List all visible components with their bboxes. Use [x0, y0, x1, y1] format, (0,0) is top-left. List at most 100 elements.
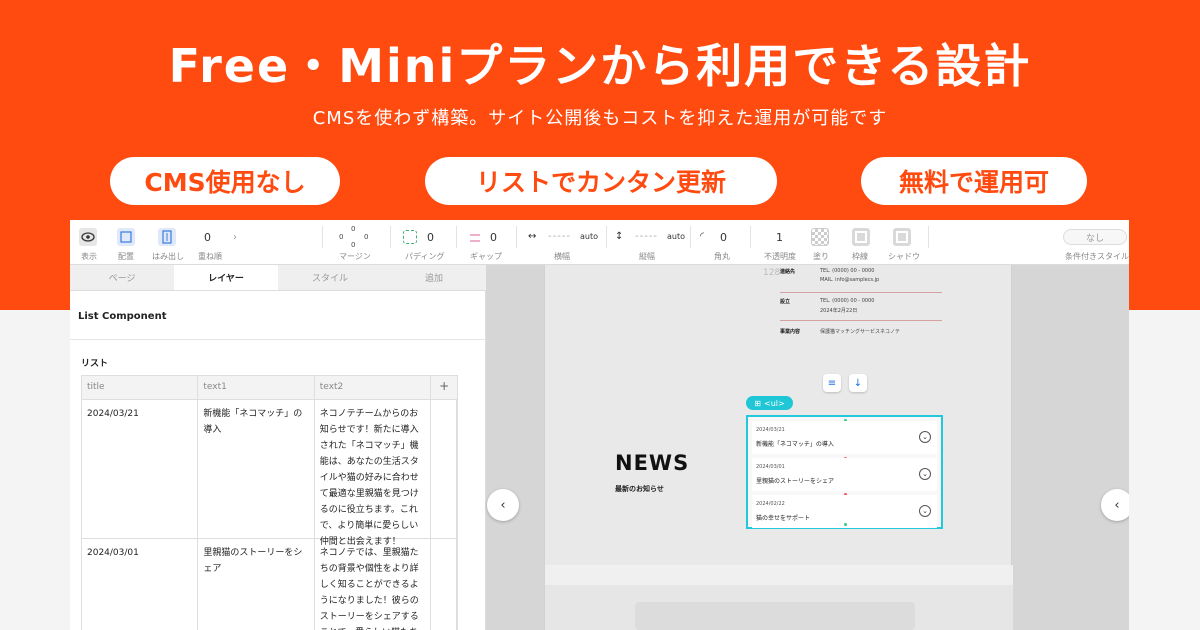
overflow-control[interactable]: はみ出し	[152, 220, 188, 265]
table-row: 2024/03/01 里親猫のストーリーをシェア ネコノテでは、里親猫たちの背景…	[82, 539, 457, 630]
item-date: 2024/02/22	[756, 501, 785, 507]
placement-icon	[117, 228, 135, 246]
business-key: 事業内容	[780, 329, 801, 335]
gap-control[interactable]: 0 ギャップ	[468, 220, 508, 265]
toolbar-divider	[390, 226, 391, 248]
list-item[interactable]: 2024/03/01 里親猫のストーリーをシェア ⌄	[752, 458, 937, 491]
item-text: 猫の幸せをサポート	[756, 515, 811, 522]
width-control[interactable]: ↔ ----- auto 横幅	[528, 220, 598, 265]
conditional-style-select[interactable]: なし	[1063, 229, 1127, 245]
chevron-down-icon: ⌄	[919, 431, 931, 443]
list-section-label: リスト	[81, 359, 109, 369]
cell-text1[interactable]: 新機能「ネコマッチ」の導入	[198, 400, 315, 538]
feature-pill-free: 無料で運用可	[861, 157, 1087, 205]
margin-left: 0	[339, 233, 344, 241]
item-date: 2024/03/21	[756, 427, 785, 433]
tab-style[interactable]: スタイル	[278, 265, 382, 290]
cell-text2[interactable]: ネコノテでは、里親猫たちの背景や個性をより詳しく知ることができるようになりました…	[315, 539, 432, 630]
next-page-button[interactable]: ‹	[1101, 489, 1129, 521]
corner-radius-icon: ◜	[700, 231, 704, 242]
feature-pill-easy-update: リストでカンタン更新	[425, 157, 777, 205]
founded-key: 設立	[780, 299, 791, 305]
border-icon	[852, 228, 870, 246]
founded-date: 2024年2月22日	[820, 308, 858, 314]
cell-empty	[431, 400, 457, 538]
business-value: 保護猫マッチングサービスネコノテ	[820, 329, 900, 335]
footer-block	[635, 602, 915, 630]
item-text: 里親猫のストーリーをシェア	[756, 478, 835, 485]
list-data-grid: title text1 text2 + 2024/03/21 新機能「ネコマッチ…	[81, 375, 458, 630]
news-list-selected[interactable]: 2024/03/21 新機能「ネコマッチ」の導入 ⌄ 2024/03/01 里親…	[746, 415, 943, 529]
tab-layer[interactable]: レイヤー	[174, 265, 278, 290]
section-band	[545, 565, 1013, 585]
grid-icon: ⊞	[754, 398, 761, 408]
news-heading[interactable]: NEWS	[615, 451, 689, 475]
add-column-button[interactable]: +	[431, 376, 457, 399]
height-value: auto	[667, 232, 686, 241]
info-divider	[780, 320, 942, 321]
column-header-text2[interactable]: text2	[315, 376, 432, 399]
zindex-label: 重ね順	[198, 252, 222, 261]
toolbar-divider	[606, 226, 607, 248]
border-control[interactable]: 枠線	[850, 220, 872, 265]
placement-control[interactable]: 配置	[116, 220, 142, 265]
info-divider	[780, 292, 942, 293]
style-toolbar: 表示 配置 はみ出し 0 重ね順 › 0 0 0 0 マージン 0 パディング …	[70, 220, 1129, 265]
cell-title[interactable]: 2024/03/01	[82, 539, 199, 630]
display-control[interactable]: 表示	[79, 220, 99, 265]
padding-value: 0	[427, 231, 434, 244]
toolbar-divider	[690, 226, 691, 248]
radius-control[interactable]: ◜ 0 角丸	[700, 220, 740, 265]
fill-control[interactable]: 塗り	[810, 220, 830, 265]
padding-label: パディング	[405, 252, 445, 261]
arrow-down-icon[interactable]: ↓	[849, 374, 867, 392]
chevron-down-icon: ⌄	[919, 468, 931, 480]
margin-right: 0	[364, 233, 369, 241]
column-header-text1[interactable]: text1	[198, 376, 315, 399]
column-header-title[interactable]: title	[82, 376, 199, 399]
toolbar-divider	[516, 226, 517, 248]
zindex-value: 0	[204, 231, 211, 244]
contact-mail: MAIL. info@samplecs.jp	[820, 277, 880, 283]
margin-control[interactable]: 0 0 0 0 マージン	[336, 220, 372, 265]
height-input-placeholder: -----	[635, 231, 659, 242]
item-date: 2024/03/01	[756, 464, 785, 470]
table-row: 2024/03/21 新機能「ネコマッチ」の導入 ネコノテチームからのお知らせで…	[82, 400, 457, 547]
gap-handle[interactable]	[844, 523, 847, 526]
design-canvas[interactable]: 128 連絡先 TEL. (0000) 00 - 0000 MAIL. info…	[486, 265, 1129, 630]
tab-add[interactable]: 追加	[382, 265, 486, 290]
conditional-style-label: 条件付きスタイル	[1065, 252, 1129, 261]
height-control[interactable]: ↕ ----- auto 縦幅	[615, 220, 685, 265]
cell-text1[interactable]: 里親猫のストーリーをシェア	[198, 539, 315, 630]
shadow-control[interactable]: シャドウ	[888, 220, 920, 265]
hero-title: Free・Miniプランから利用できる設計	[168, 39, 1032, 93]
cell-text2[interactable]: ネコノテチームからのお知らせです！新たに導入された「ネコマッチ」機能は、あなたの…	[315, 400, 432, 547]
padding-icon	[403, 230, 417, 244]
filter-icon[interactable]: ≡	[823, 374, 841, 392]
tab-page[interactable]: ページ	[70, 265, 174, 290]
gap-icon	[468, 230, 482, 244]
hero-subtitle: CMSを使わず構築。サイト公開後もコストを抑えた運用が可能です	[312, 108, 888, 129]
toolbar-divider	[322, 226, 323, 248]
chevron-down-icon: ⌄	[919, 505, 931, 517]
panel-tabs: ページ レイヤー スタイル 追加	[70, 265, 486, 291]
grid-header: title text1 text2 +	[82, 376, 457, 400]
editor-window: 表示 配置 はみ出し 0 重ね順 › 0 0 0 0 マージン 0 パディング …	[70, 220, 1129, 630]
toolbar-divider	[750, 226, 751, 248]
radius-value: 0	[720, 231, 727, 244]
ul-element-tag[interactable]: ⊞ <ul>	[746, 396, 793, 410]
overflow-label: はみ出し	[152, 252, 184, 261]
opacity-value: 1	[776, 231, 783, 244]
height-label: 縦幅	[639, 252, 655, 261]
margin-bottom: 0	[351, 241, 356, 249]
founded-tel: TEL. (0000) 00 - 0000	[820, 298, 875, 304]
zindex-control[interactable]: 0 重ね順	[198, 220, 228, 265]
cell-title[interactable]: 2024/03/21	[82, 400, 199, 538]
list-item[interactable]: 2024/03/21 新機能「ネコマッチ」の導入 ⌄	[752, 421, 937, 454]
gap-value: 0	[490, 231, 497, 244]
padding-control[interactable]: 0 パディング	[403, 220, 445, 265]
chevron-right-icon[interactable]: ›	[233, 220, 243, 265]
opacity-control[interactable]: 1 不透明度	[764, 220, 798, 265]
prev-page-button[interactable]: ‹	[487, 489, 519, 521]
news-subheading[interactable]: 最新のお知らせ	[615, 484, 664, 494]
